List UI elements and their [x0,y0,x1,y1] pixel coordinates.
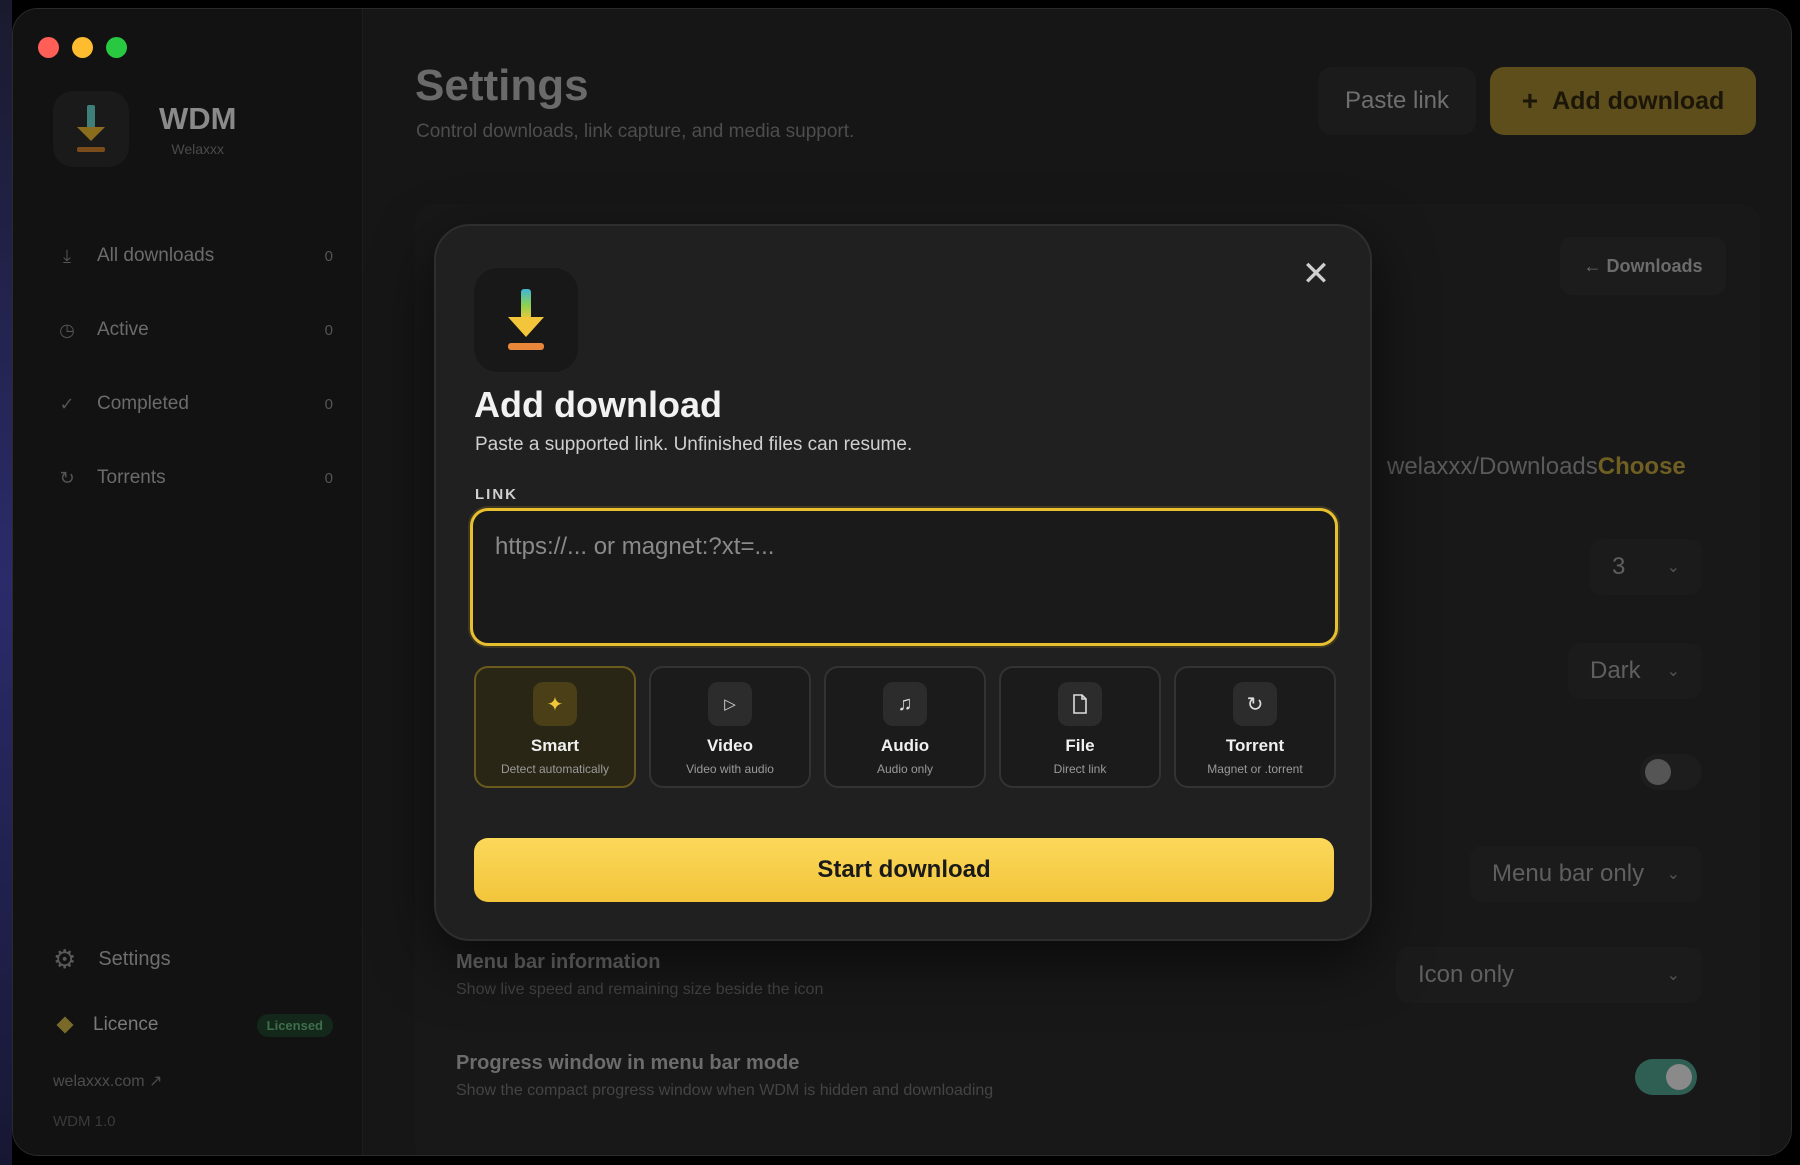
sidebar-item-count: 0 [324,469,333,487]
mode-label: Audio [880,736,930,755]
mode-label: File [1065,736,1095,755]
app-subtitle: Welaxxx [171,141,225,157]
zoom-window-button[interactable] [106,37,127,58]
refresh-icon: ↻ [59,467,75,488]
mode-description: Audio only [876,762,934,776]
add-download-dialog: ✕ Add download Paste a supported link. U… [434,224,1372,941]
sidebar-item-count: 0 [324,247,333,265]
mode-description: Direct link [1053,762,1107,776]
mode-torrent-option[interactable]: ↻ Torrent Magnet or .torrent [1174,666,1336,788]
mode-label: Video [707,736,753,755]
mode-smart-option[interactable]: ✦ Smart Detect automatically [474,666,636,788]
link-input[interactable] [470,508,1338,646]
clock-icon: ◷ [59,319,75,340]
sidebar-nav: ⤓ All downloads 0 ◷ Active 0 ✓ Completed… [53,219,333,515]
desktop-background [0,0,12,1165]
progress-window-description: Show the compact progress window when WD… [456,1082,994,1099]
sidebar-item-label: Completed [97,393,189,414]
sidebar-item-label: Torrents [97,467,166,488]
mode-file-option[interactable]: File Direct link [999,666,1161,788]
app-name: WDM [159,101,237,136]
add-download-label: Add download [1552,86,1725,115]
mode-audio-option[interactable]: ♫ Audio Audio only [824,666,986,788]
chevron-down-icon: ⌄ [1666,866,1680,883]
dialog-subtitle: Paste a supported link. Unfinished files… [475,434,913,455]
music-note-icon: ♫ [883,682,927,726]
concurrent-downloads-select[interactable]: 3 ⌄ [1590,539,1702,595]
plus-icon: + [1521,85,1539,116]
window-controls [38,37,127,58]
folder-path: welaxxx/Downloads [1387,453,1598,480]
setting-toggle-off[interactable] [1640,754,1702,790]
app-logo-icon [53,91,129,167]
sidebar-item-settings[interactable]: ⚙ Settings [53,939,333,979]
theme-select[interactable]: Dark ⌄ [1568,643,1702,699]
progress-window-toggle[interactable] [1635,1059,1697,1095]
play-icon: ▷ [708,682,752,726]
mode-description: Detect automatically [500,762,610,776]
select-value: Icon only [1418,961,1515,988]
mode-video-option[interactable]: ▷ Video Video with audio [649,666,811,788]
sidebar-item-label: All downloads [97,245,215,266]
dialog-title: Add download [474,384,722,425]
chevron-down-icon: ⌄ [1666,967,1680,984]
paste-link-button[interactable]: Paste link [1318,67,1476,135]
app-mode-select[interactable]: Menu bar only ⌄ [1470,846,1702,902]
close-window-button[interactable] [38,37,59,58]
chevron-down-icon: ⌄ [1666,559,1680,576]
sidebar-item-active[interactable]: ◷ Active 0 [53,293,333,367]
sidebar-item-torrents[interactable]: ↻ Torrents 0 [53,441,333,515]
sidebar-item-licence[interactable]: Licence Licensed [53,1005,333,1045]
minimize-window-button[interactable] [72,37,93,58]
sidebar-item-count: 0 [324,321,333,339]
brand: WDM Welaxxx [53,91,236,167]
sidebar-item-label: Active [97,319,149,340]
website-link[interactable]: welaxxx.com ↗ [53,1071,333,1091]
link-field-label: LINK [475,486,518,503]
file-icon [1058,682,1102,726]
sidebar-footer: ⚙ Settings Licence Licensed welaxxx.com … [53,939,333,1130]
chevron-down-icon: ⌄ [1666,663,1680,680]
close-icon[interactable]: ✕ [1300,255,1332,293]
gear-icon: ⚙ [53,943,77,974]
mode-description: Video with audio [686,762,774,776]
sidebar-item-all-downloads[interactable]: ⤓ All downloads 0 [53,219,333,293]
select-value: Dark [1590,657,1641,684]
app-logo-icon [474,268,578,372]
sidebar-item-completed[interactable]: ✓ Completed 0 [53,367,333,441]
back-to-downloads-button[interactable]: ← Downloads [1560,237,1726,295]
download-folder-field: welaxxx/Downloads Choose [1373,439,1686,495]
select-value: Menu bar only [1492,860,1645,887]
start-download-button[interactable]: Start download [474,838,1334,902]
menu-bar-info-title: Menu bar information [456,951,661,973]
sidebar: WDM Welaxxx ⤓ All downloads 0 ◷ Active 0… [13,9,363,1155]
mode-label: Smart [530,736,580,755]
select-value: 3 [1612,553,1626,580]
menu-bar-info-select[interactable]: Icon only ⌄ [1396,947,1702,1003]
choose-folder-button[interactable]: Choose [1598,453,1686,481]
mode-description: Magnet or .torrent [1207,762,1303,776]
licence-label: Licence [93,1014,159,1035]
page-subtitle: Control downloads, link capture, and med… [416,121,855,142]
check-icon: ✓ [59,393,75,414]
add-download-button[interactable]: + Add download [1490,67,1756,135]
app-version: WDM 1.0 [53,1113,116,1130]
download-mode-options: ✦ Smart Detect automatically ▷ Video Vid… [474,666,1336,788]
sparkle-icon: ✦ [533,682,577,726]
progress-window-title: Progress window in menu bar mode [456,1052,800,1074]
mode-label: Torrent [1225,736,1285,755]
licence-status-badge: Licensed [256,1013,333,1037]
menu-bar-info-description: Show live speed and remaining size besid… [456,981,824,998]
toggle-knob [1666,1064,1692,1090]
diamond-icon [56,1016,74,1034]
settings-label: Settings [98,947,171,970]
refresh-icon: ↻ [1233,682,1277,726]
page-title: Settings [415,61,589,110]
download-icon: ⤓ [63,245,71,266]
toggle-knob [1645,759,1671,785]
sidebar-item-count: 0 [324,395,333,413]
